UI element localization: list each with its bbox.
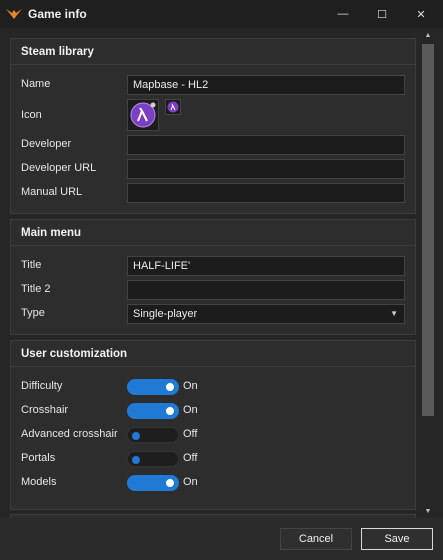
- manual-url-field[interactable]: [127, 183, 405, 203]
- dialog-footer: Cancel Save: [0, 518, 443, 560]
- chevron-down-icon: ▼: [390, 309, 398, 318]
- manual-url-label: Manual URL: [21, 186, 83, 198]
- developer-label: Developer: [21, 138, 72, 150]
- models-toggle[interactable]: [127, 475, 179, 491]
- section-header: Main menu: [11, 220, 415, 246]
- toggle-row-portals: Portals Off: [11, 449, 417, 469]
- window-title: Game info: [28, 7, 87, 21]
- lambda-icon-small: [167, 101, 179, 113]
- type-label: Type: [21, 307, 45, 319]
- advanced-crosshair-state: Off: [183, 428, 198, 440]
- icon-label: Icon: [21, 109, 42, 121]
- toggle-knob: [166, 479, 174, 487]
- minimize-icon: —: [337, 8, 349, 20]
- developer-url-label: Developer URL: [21, 162, 97, 174]
- icon-small-picker[interactable]: [165, 99, 181, 115]
- difficulty-label: Difficulty: [21, 380, 63, 392]
- advanced-crosshair-label: Advanced crosshair: [21, 428, 118, 440]
- lambda-icon-large: [130, 102, 156, 128]
- models-state: On: [183, 476, 198, 488]
- type-select[interactable]: Single-player ▼: [127, 304, 405, 324]
- user-customization-section: User customization Difficulty On Crossha…: [10, 340, 416, 510]
- main-menu-section: Main menu Title HALF-LIFE' Title 2 Type …: [10, 219, 416, 335]
- title2-field[interactable]: [127, 280, 405, 300]
- maximize-icon: ☐: [377, 8, 387, 21]
- toggle-row-models: Models On: [11, 473, 417, 493]
- developer-url-field[interactable]: [127, 159, 405, 179]
- minimize-button[interactable]: —: [326, 0, 360, 28]
- title-label: Title: [21, 259, 42, 271]
- crosshair-state: On: [183, 404, 198, 416]
- scroll-up-arrow-icon[interactable]: ▲: [420, 28, 436, 42]
- developer-row: Developer: [11, 135, 417, 155]
- bird-logo-icon: [6, 6, 22, 22]
- name-row: Name Mapbase - HL2: [11, 75, 417, 95]
- difficulty-state: On: [183, 380, 198, 392]
- type-select-value: Single-player: [133, 308, 198, 320]
- toggle-row-difficulty: Difficulty On: [11, 377, 417, 397]
- section-header: Steam library: [11, 39, 415, 65]
- save-button[interactable]: Save: [361, 528, 433, 550]
- maximize-button[interactable]: ☐: [365, 0, 399, 28]
- toggle-knob: [132, 432, 140, 440]
- title-row: Title HALF-LIFE': [11, 256, 417, 276]
- difficulty-toggle[interactable]: [127, 379, 179, 395]
- toggle-row-crosshair: Crosshair On: [11, 401, 417, 421]
- name-label: Name: [21, 78, 51, 90]
- icon-large-picker[interactable]: [127, 99, 159, 131]
- scroll-thumb[interactable]: [422, 44, 434, 416]
- vertical-scrollbar[interactable]: ▲ ▼: [420, 28, 436, 518]
- title2-row: Title 2: [11, 280, 417, 300]
- title-field[interactable]: HALF-LIFE': [127, 256, 405, 276]
- toggle-knob: [166, 383, 174, 391]
- developer-url-row: Developer URL: [11, 159, 417, 179]
- manual-url-row: Manual URL: [11, 183, 417, 203]
- models-label: Models: [21, 476, 57, 488]
- advanced-crosshair-toggle[interactable]: [127, 427, 179, 443]
- portals-state: Off: [183, 452, 198, 464]
- portals-label: Portals: [21, 452, 56, 464]
- crosshair-toggle[interactable]: [127, 403, 179, 419]
- close-icon: ✕: [416, 8, 426, 21]
- icon-row: Icon: [11, 99, 417, 133]
- close-button[interactable]: ✕: [404, 0, 438, 28]
- toggle-knob: [166, 407, 174, 415]
- type-row: Type Single-player ▼: [11, 304, 417, 324]
- developer-field[interactable]: [127, 135, 405, 155]
- cancel-button[interactable]: Cancel: [280, 528, 352, 550]
- toggle-row-advanced-crosshair: Advanced crosshair Off: [11, 425, 417, 445]
- portals-toggle[interactable]: [127, 451, 179, 467]
- section-header: User customization: [11, 341, 415, 367]
- crosshair-label: Crosshair: [21, 404, 69, 416]
- settings-panel[interactable]: Steam library Name Mapbase - HL2 Icon De…: [0, 28, 443, 518]
- title2-label: Title 2: [21, 283, 51, 295]
- title-bar: Game info — ☐ ✕: [0, 0, 443, 28]
- steam-library-section: Steam library Name Mapbase - HL2 Icon De…: [10, 38, 416, 214]
- toggle-knob: [132, 456, 140, 464]
- name-field[interactable]: Mapbase - HL2: [127, 75, 405, 95]
- scroll-down-arrow-icon[interactable]: ▼: [420, 504, 436, 518]
